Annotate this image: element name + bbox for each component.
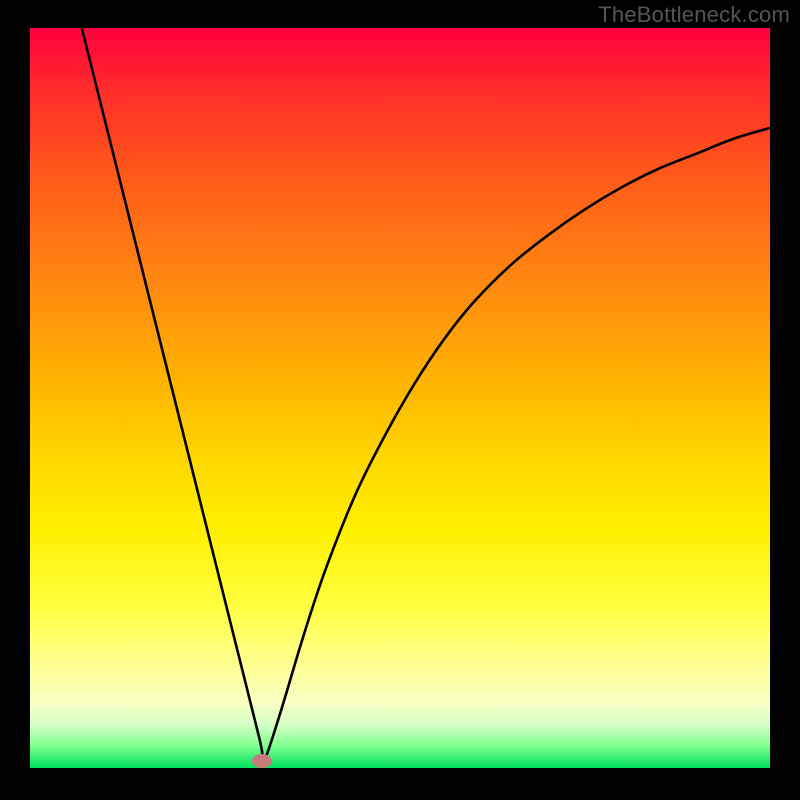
watermark-text: TheBottleneck.com: [598, 2, 790, 28]
bottleneck-curve: [82, 28, 770, 761]
curve-svg: [30, 28, 770, 768]
chart-frame: TheBottleneck.com: [0, 0, 800, 800]
optimal-point-marker: [252, 754, 272, 768]
plot-area: [30, 28, 770, 768]
